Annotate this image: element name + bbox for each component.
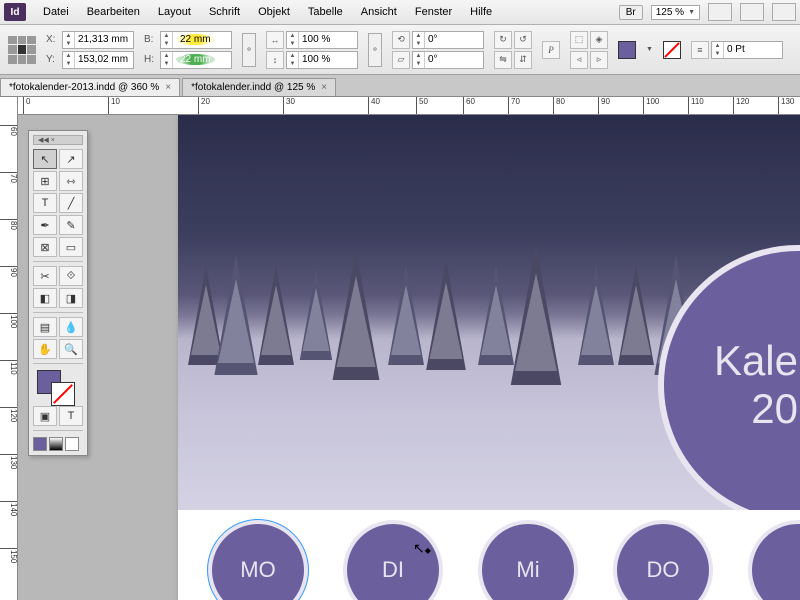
y-field[interactable]: ▲▼153,02 mm (62, 51, 134, 69)
rectangle-tool[interactable]: ▭ (59, 237, 83, 257)
day-next[interactable] (748, 520, 800, 600)
shear-field[interactable]: ▲▼0° (412, 51, 484, 69)
day-do[interactable]: DO (613, 520, 713, 600)
zoom-select[interactable]: 125 %▼ (651, 5, 700, 20)
rotate-field[interactable]: ▲▼0° (412, 31, 484, 49)
x-field[interactable]: ▲▼21,313 mm (62, 31, 134, 49)
apply-none-icon[interactable] (65, 437, 79, 451)
menu-bar: Id Datei Bearbeiten Layout Schrift Objek… (0, 0, 800, 25)
document-tabs: *fotokalender-2013.indd @ 360 %× *fotoka… (0, 75, 800, 97)
rotate-icon: ⟲ (392, 31, 410, 49)
vertical-ruler[interactable]: 60708090100110120130140150 (0, 97, 18, 600)
close-icon[interactable]: × (321, 82, 327, 93)
width-field[interactable]: ▲▼22 mm (160, 31, 232, 49)
eyedropper-tool[interactable]: 💧 (59, 317, 83, 337)
flip-h-icon[interactable]: ⇋ (494, 51, 512, 69)
scale-y-field[interactable]: ▲▼100 % (286, 51, 358, 69)
fill-swatch[interactable] (618, 41, 636, 59)
selection-tool[interactable]: ↖ (33, 149, 57, 169)
shear-icon: ▱ (392, 51, 410, 69)
stroke-color-icon[interactable] (51, 382, 75, 406)
scale-x-icon: ↔ (266, 31, 284, 49)
pencil-tool[interactable]: ✎ (59, 215, 83, 235)
close-icon[interactable]: × (165, 82, 171, 93)
tab-fotokalender[interactable]: *fotokalender.indd @ 125 %× (182, 78, 336, 96)
formatting-container-icon[interactable]: ▣ (33, 406, 57, 426)
prev-object-icon[interactable]: ◃ (570, 51, 588, 69)
stroke-weight-icon: ≡ (691, 41, 709, 59)
pen-tool[interactable]: ✒ (33, 215, 57, 235)
horizontal-ruler[interactable]: 0102030405060708090100110120130140 (18, 97, 800, 115)
view-mode-icon[interactable] (708, 3, 732, 21)
menu-layout[interactable]: Layout (149, 6, 200, 18)
next-object-icon[interactable]: ▹ (590, 51, 608, 69)
flip-v-icon[interactable]: ⇵ (514, 51, 532, 69)
note-tool[interactable]: ▤ (33, 317, 57, 337)
fill-stroke-proxy[interactable] (33, 368, 83, 404)
tools-header[interactable]: ◀◀ × (33, 135, 83, 145)
day-mo[interactable]: MO (208, 520, 308, 600)
menu-bearbeiten[interactable]: Bearbeiten (78, 6, 149, 18)
formatting-text-icon[interactable]: T (59, 406, 83, 426)
tools-panel[interactable]: ◀◀ × ↖ ↗ ⊞ ⇿ T ╱ ✒ ✎ ⊠ ▭ ✂ ⟐ ◧ ◨ ▤ 💧 ✋ 🔍… (28, 130, 88, 456)
free-transform-tool[interactable]: ⟐ (59, 266, 83, 286)
title-line2: 2013 (751, 385, 800, 433)
stroke-swatch[interactable] (663, 41, 681, 59)
control-bar: X:▲▼21,313 mm Y:▲▼153,02 mm B:▲▼22 mm H:… (0, 25, 800, 75)
day-strip: MO DI Mi DO (178, 510, 800, 600)
gap-tool[interactable]: ⇿ (59, 171, 83, 191)
rectangle-frame-tool[interactable]: ⊠ (33, 237, 57, 257)
height-field[interactable]: ▲▼22 mm (160, 51, 232, 69)
select-content-icon[interactable]: ◈ (590, 31, 608, 49)
constrain-scale-icon[interactable]: ⚬ (368, 33, 382, 67)
tab-fotokalender-2013[interactable]: *fotokalender-2013.indd @ 360 %× (0, 78, 180, 96)
apply-color-icon[interactable] (33, 437, 47, 451)
app-icon: Id (4, 3, 26, 21)
menu-datei[interactable]: Datei (34, 6, 78, 18)
day-di[interactable]: DI (343, 520, 443, 600)
paragraph-icon[interactable]: P (542, 41, 560, 59)
page-tool[interactable]: ⊞ (33, 171, 57, 191)
rotate-ccw-icon[interactable]: ↺ (514, 31, 532, 49)
gradient-swatch-tool[interactable]: ◧ (33, 288, 57, 308)
page[interactable]: Kalender 2013 MO DI Mi DO (178, 115, 800, 600)
menu-hilfe[interactable]: Hilfe (461, 6, 501, 18)
menu-fenster[interactable]: Fenster (406, 6, 461, 18)
menu-objekt[interactable]: Objekt (249, 6, 299, 18)
scale-y-icon: ↕ (266, 51, 284, 69)
menu-ansicht[interactable]: Ansicht (352, 6, 406, 18)
direct-selection-tool[interactable]: ↗ (59, 149, 83, 169)
day-mi[interactable]: Mi (478, 520, 578, 600)
hand-tool[interactable]: ✋ (33, 339, 57, 359)
line-tool[interactable]: ╱ (59, 193, 83, 213)
scale-x-field[interactable]: ▲▼100 % (286, 31, 358, 49)
rotate-cw-icon[interactable]: ↻ (494, 31, 512, 49)
reference-point[interactable] (8, 36, 36, 64)
menu-schrift[interactable]: Schrift (200, 6, 249, 18)
bridge-button[interactable]: Br (619, 5, 643, 20)
scissors-tool[interactable]: ✂ (33, 266, 57, 286)
zoom-tool[interactable]: 🔍 (59, 339, 83, 359)
apply-gradient-icon[interactable] (49, 437, 63, 451)
gradient-feather-tool[interactable]: ◨ (59, 288, 83, 308)
type-tool[interactable]: T (33, 193, 57, 213)
stroke-weight-field[interactable]: ▲▼0 Pt (711, 41, 783, 59)
constrain-wh-icon[interactable]: ⚬ (242, 33, 256, 67)
title-line1: Kalender (714, 337, 800, 385)
screen-mode-icon[interactable] (740, 3, 764, 21)
arrange-icon[interactable] (772, 3, 796, 21)
menu-tabelle[interactable]: Tabelle (299, 6, 352, 18)
fill-dropdown-icon[interactable]: ▼ (646, 46, 653, 53)
select-container-icon[interactable]: ⬚ (570, 31, 588, 49)
winter-image[interactable]: Kalender 2013 (178, 115, 800, 515)
canvas[interactable]: Kalender 2013 MO DI Mi DO ↖◆ (18, 115, 800, 600)
